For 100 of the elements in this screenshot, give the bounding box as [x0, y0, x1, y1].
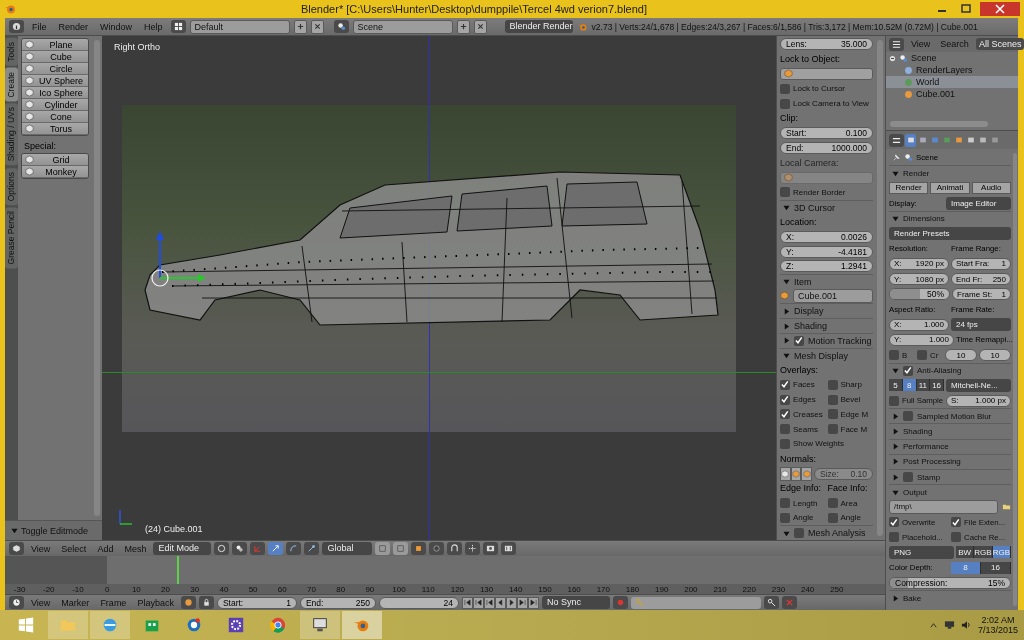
add-button[interactable] — [456, 19, 470, 34]
tree-row[interactable]: Cube.001 — [886, 88, 1018, 100]
proportional-edit-button[interactable] — [429, 542, 445, 555]
checkbox[interactable] — [780, 498, 790, 509]
insert-keyframe-button[interactable] — [763, 596, 779, 609]
viewport-shading-button[interactable] — [214, 542, 230, 555]
menu-item[interactable]: Playback — [133, 597, 178, 608]
editor-type-button[interactable] — [889, 133, 904, 147]
operator-panel-header[interactable]: Toggle Editmode — [5, 520, 102, 540]
checkbox[interactable] — [827, 498, 838, 509]
number-field[interactable]: Start Fra: 1 — [951, 257, 1011, 270]
checkbox[interactable] — [794, 528, 804, 539]
add-mesh-button[interactable]: Cylinder — [22, 99, 88, 111]
editor-type-button[interactable] — [9, 596, 24, 609]
panel-header[interactable]: Mesh Display — [780, 347, 873, 363]
toggle-button[interactable]: 16 — [930, 379, 944, 392]
rotate-button[interactable] — [286, 542, 302, 555]
collapse-icon[interactable] — [889, 54, 896, 62]
toggle-button[interactable]: 8 — [951, 561, 981, 574]
menu-item[interactable]: View — [27, 597, 55, 608]
panel-header[interactable]: Display — [780, 303, 873, 319]
toggle-button[interactable]: 5 — [889, 379, 903, 392]
3d-viewport[interactable]: Right Ortho (24) Cube.001 — [102, 36, 776, 540]
menu-item[interactable]: Mesh — [120, 543, 151, 554]
outliner-tab[interactable]: View — [908, 38, 934, 50]
tree-row[interactable]: Scene — [886, 52, 1018, 64]
number-field[interactable]: Y: 1080 px — [889, 273, 949, 286]
playback-button[interactable] — [505, 596, 517, 609]
checkbox[interactable] — [889, 350, 899, 361]
close-button[interactable] — [310, 19, 324, 34]
dropdown[interactable]: Mitchell-Ne... — [946, 378, 1011, 392]
add-mesh-button[interactable]: Grid — [22, 154, 88, 166]
checkbox[interactable] — [889, 395, 899, 406]
slider[interactable]: Compression: 15% — [889, 576, 1011, 589]
checkbox[interactable] — [827, 409, 838, 420]
pivot-point-button[interactable] — [232, 542, 248, 555]
context-tab[interactable] — [905, 133, 916, 147]
checkbox[interactable] — [827, 424, 838, 435]
number-field[interactable]: Y: 1.000 — [889, 333, 954, 346]
checkbox[interactable] — [827, 512, 838, 523]
pin-icon[interactable] — [892, 153, 901, 163]
playback-button[interactable] — [494, 596, 506, 609]
number-field[interactable]: 10 — [979, 349, 1011, 362]
checkbox[interactable] — [780, 424, 790, 435]
panel-header[interactable]: Dimensions — [889, 210, 1011, 226]
mode-dropdown[interactable]: Edit Mode — [153, 542, 212, 555]
render-button[interactable]: Audio — [971, 181, 1011, 194]
speaker-icon[interactable] — [960, 620, 972, 630]
number-field[interactable]: Y: -4.4181 — [780, 245, 873, 258]
number-field[interactable]: X: 0.0026 — [780, 230, 873, 243]
number-field[interactable]: Z: 1.2941 — [780, 260, 873, 273]
layout-field[interactable]: Default — [189, 19, 290, 34]
taskbar-app[interactable] — [300, 611, 340, 639]
orientation-dropdown[interactable]: Global — [322, 542, 373, 555]
snap-element-button[interactable] — [465, 542, 481, 555]
add-mesh-button[interactable]: Cube — [22, 51, 88, 63]
keying-set-field[interactable] — [630, 596, 761, 609]
transform-gizmo-drawing[interactable] — [151, 231, 206, 287]
checkbox[interactable] — [780, 83, 790, 94]
panel-header[interactable]: Item — [780, 273, 873, 289]
checkbox[interactable] — [780, 512, 790, 523]
menu-item[interactable]: Render — [54, 21, 93, 32]
checkbox[interactable] — [780, 98, 790, 109]
edge-select-button[interactable] — [393, 542, 409, 555]
editor-type-button[interactable] — [9, 20, 24, 33]
number-field[interactable]: Start: 0.100 — [780, 127, 873, 140]
panel-header[interactable]: 3D Cursor — [780, 199, 873, 215]
panel-header[interactable]: Shading — [780, 318, 873, 333]
scene-field[interactable]: Scene — [352, 19, 453, 34]
snap-button[interactable] — [447, 542, 463, 555]
render-engine-dropdown[interactable]: Blender Render — [504, 20, 573, 33]
toggle-button[interactable]: BW — [956, 546, 975, 559]
clock-time[interactable]: 2:02 AM — [981, 615, 1015, 625]
normals-toggle-button[interactable] — [801, 466, 812, 481]
outliner-tab[interactable]: Search — [937, 38, 972, 50]
scrollbar[interactable] — [1013, 153, 1017, 606]
slider[interactable]: 50% — [889, 288, 950, 301]
vertex-select-button[interactable] — [375, 542, 391, 555]
checkbox[interactable] — [889, 517, 899, 528]
lock-button[interactable] — [198, 596, 214, 609]
add-mesh-button[interactable]: UV Sphere — [22, 75, 88, 87]
opengl-render-button[interactable] — [483, 542, 499, 555]
number-field[interactable]: Lens: 35.000 — [780, 38, 873, 51]
opengl-animation-button[interactable] — [501, 542, 517, 555]
menu-item[interactable]: Select — [57, 543, 91, 554]
add-mesh-button[interactable]: Torus — [22, 123, 88, 135]
translate-button[interactable] — [268, 542, 284, 555]
tree-row[interactable]: RenderLayers — [886, 64, 1018, 76]
dropdown[interactable]: Image Editor — [946, 196, 1011, 210]
path-field[interactable]: /tmp\ — [889, 499, 998, 514]
menu-item[interactable]: Window — [96, 21, 137, 32]
add-mesh-button[interactable]: Plane — [22, 39, 88, 51]
number-field[interactable]: End Fr: 250 — [951, 273, 1011, 286]
number-field[interactable]: S: 1.000 px — [946, 394, 1011, 407]
panel-header[interactable]: Output — [889, 484, 1011, 500]
scale-button[interactable] — [304, 542, 320, 555]
render-button[interactable]: Render — [889, 181, 929, 194]
add-mesh-button[interactable]: Cone — [22, 111, 88, 123]
checkbox[interactable] — [903, 472, 913, 483]
checkbox[interactable] — [794, 335, 804, 346]
